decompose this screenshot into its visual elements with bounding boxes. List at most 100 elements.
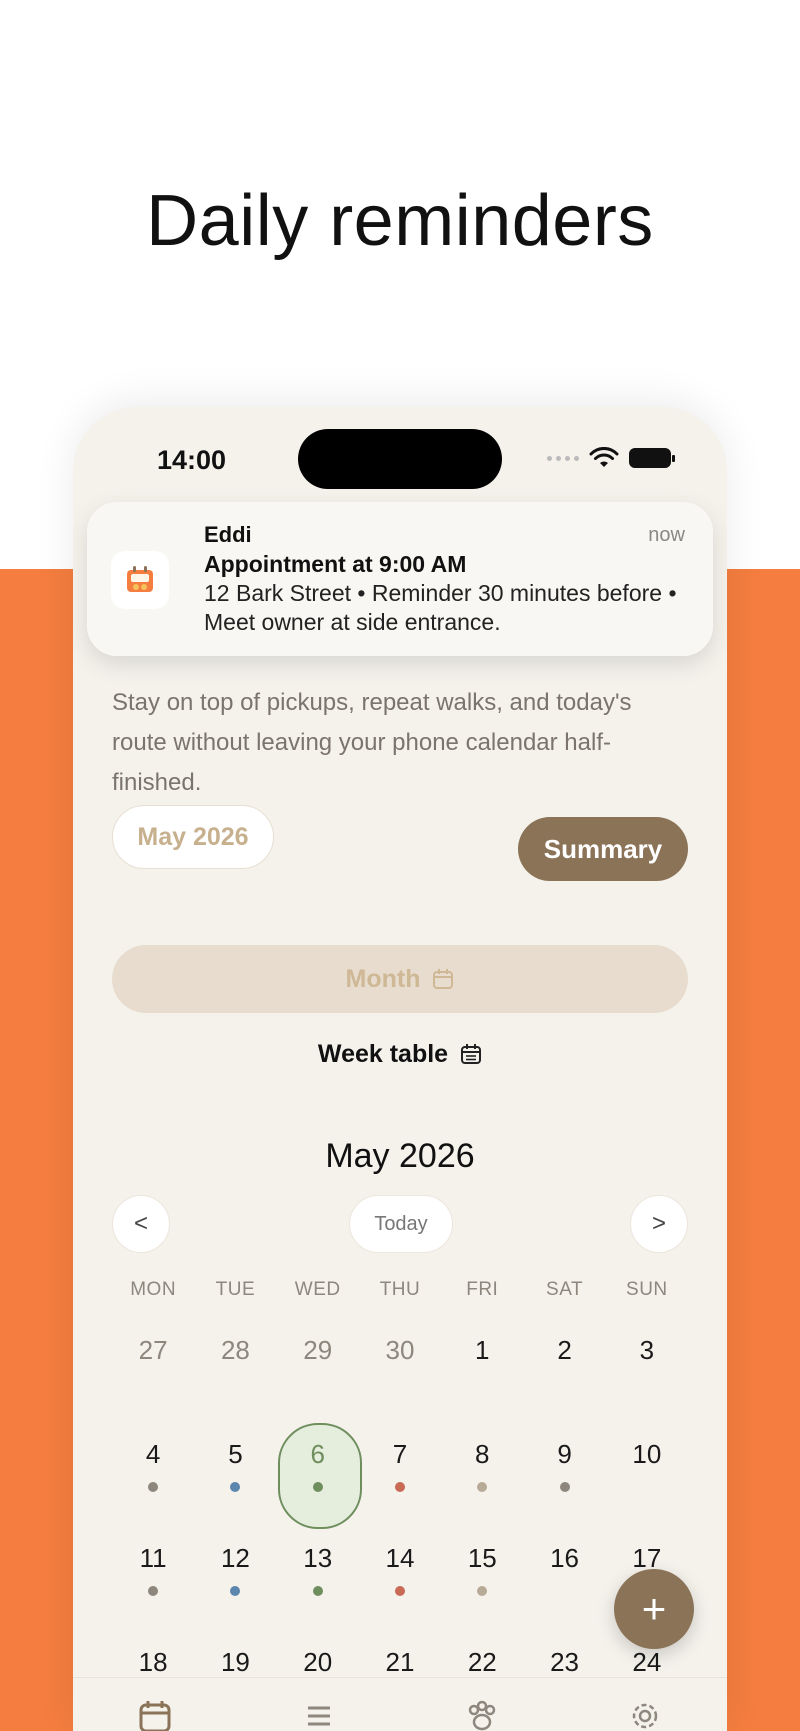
weekday-label: THU [379,1279,421,1300]
month-selector[interactable]: May 2026 [112,805,274,869]
day-number: 7 [392,1439,408,1469]
calendar-day[interactable]: 30 [359,1315,441,1419]
day-number: 10 [632,1439,662,1469]
calendar-day[interactable]: 2 [523,1315,605,1419]
day-number: 5 [228,1439,243,1469]
calendar-day[interactable]: 28 [194,1315,276,1419]
wifi-icon [589,447,619,467]
event-dot [394,1586,405,1596]
event-dot [559,1482,570,1492]
paw-icon[interactable] [464,1698,500,1731]
day-number: 9 [557,1439,572,1469]
event-dot [148,1482,159,1492]
gear-icon[interactable] [627,1698,663,1731]
next-month-button[interactable]: > [630,1195,688,1253]
event-dot [230,1586,241,1596]
day-number: 1 [475,1335,490,1365]
day-number: 24 [632,1647,662,1677]
phone-screen: 14:00 Eddi now Appointment at 9:00 AM 12… [73,407,727,1731]
day-number: 22 [467,1647,497,1677]
day-number: 13 [303,1543,333,1573]
page-headline: Daily reminders [146,181,654,261]
day-number: 18 [138,1647,168,1677]
day-number: 27 [138,1335,168,1365]
day-number: 28 [220,1335,250,1365]
calendar-day[interactable]: 8 [441,1419,523,1523]
tab-bar [73,1677,727,1731]
summary-button[interactable]: Summary [518,817,688,881]
notification-time: now [648,524,685,546]
calendar-day[interactable]: 29 [277,1315,359,1419]
dynamic-island [298,429,502,489]
notification-body: 12 Bark Street • Reminder 30 minutes bef… [204,580,677,635]
today-button[interactable]: Today [349,1195,453,1253]
cellular-signal-icon [547,455,579,461]
day-number: 4 [145,1439,161,1469]
week-table-label: Week table [317,1039,449,1068]
day-number: 14 [385,1543,415,1573]
calendar-grid: 27 28 29 30 1 2 3 4 5 6 7 8 9 10 11 12 13 14 15 16 17 18 19 20 2… [112,1315,688,1731]
calendar-day[interactable]: 12 [194,1523,276,1627]
calendar-day[interactable]: 3 [606,1315,688,1419]
status-time: 14:00 [157,445,227,475]
calendar-day-selected[interactable]: 6 [277,1419,362,1529]
day-number: 19 [220,1647,250,1677]
calendar-day[interactable]: 16 [523,1523,605,1627]
app-icon [111,551,169,609]
list-icon[interactable] [300,1698,336,1731]
calendar-icon[interactable] [137,1698,173,1731]
notification-banner[interactable]: Eddi now Appointment at 9:00 AM 12 Bark … [87,502,713,656]
day-number: 16 [550,1543,580,1573]
weekday-label: TUE [215,1279,256,1300]
day-number: 3 [639,1335,655,1365]
day-number: 21 [385,1647,415,1677]
event-dot [312,1586,323,1596]
weekday-label: MON [130,1279,177,1300]
event-dot [230,1482,241,1492]
weekday-label: SAT [546,1279,584,1300]
day-number: 30 [385,1335,415,1365]
week-table-icon [461,1044,482,1064]
calendar-day[interactable]: 4 [112,1419,194,1523]
weekday-label: FRI [466,1279,499,1300]
event-dot [394,1482,405,1492]
calendar-day[interactable]: 14 [359,1523,441,1627]
calendar-day[interactable]: 9 [523,1419,605,1523]
calendar-day[interactable]: 5 [194,1419,276,1523]
notification-app-name: Eddi [204,522,252,547]
calendar-day[interactable]: 27 [112,1315,194,1419]
day-number: 6 [310,1439,325,1469]
week-table-toggle[interactable]: Week table [112,1029,688,1079]
calendar-day[interactable]: 11 [112,1523,194,1627]
day-number: 20 [303,1647,333,1677]
day-number: 2 [557,1335,572,1365]
day-number: 12 [220,1543,250,1573]
calendar-icon [433,969,454,989]
event-dot [148,1586,159,1596]
day-number: 29 [303,1335,333,1365]
previous-month-button[interactable]: < [112,1195,170,1253]
day-number: 11 [139,1543,167,1573]
calendar-day[interactable]: 15 [441,1523,523,1627]
add-button[interactable]: + [614,1569,694,1649]
status-icons [547,447,675,469]
day-number: 23 [550,1647,580,1677]
weekday-label: SUN [626,1279,668,1300]
notification-title: Appointment at 9:00 AM [204,551,467,577]
calendar-title: May 2026 [325,1137,475,1175]
event-dot [477,1482,488,1492]
event-dot [312,1482,323,1492]
calendar-day[interactable]: 7 [359,1419,441,1523]
calendar-day[interactable]: 13 [277,1523,359,1627]
day-number: 8 [475,1439,490,1469]
battery-icon [629,448,675,468]
weekday-label: WED [294,1279,341,1300]
day-number: 15 [467,1543,497,1573]
month-view-toggle[interactable]: Month [112,945,688,1013]
month-view-label: Month [345,964,421,993]
calendar-day[interactable]: 1 [441,1315,523,1419]
calendar-day[interactable]: 10 [606,1419,688,1523]
intro-text: Stay on top of pickups, repeat walks, an… [112,689,632,796]
event-dot [477,1586,488,1596]
weekday-header: MON TUE WED THU FRI SAT SUN [112,1279,688,1301]
